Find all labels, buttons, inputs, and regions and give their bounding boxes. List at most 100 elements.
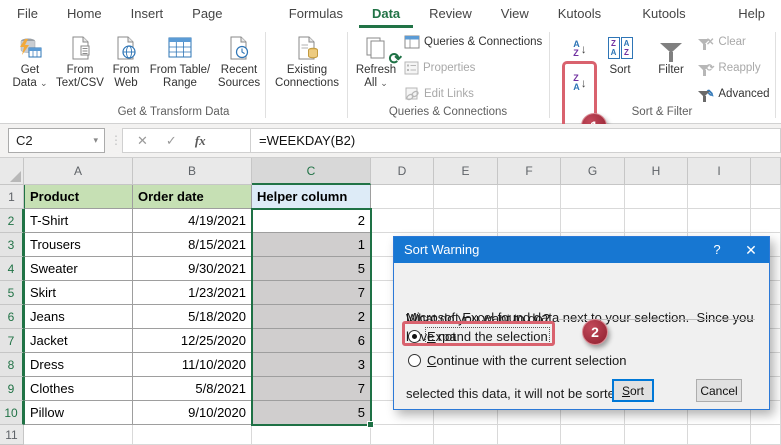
radio-selected-icon[interactable]: [408, 330, 421, 343]
tab-file[interactable]: File: [4, 0, 51, 28]
tab-page-layout[interactable]: Page Layout: [179, 0, 273, 28]
row-header-1[interactable]: 1: [0, 185, 24, 209]
cell-A3[interactable]: Trousers: [24, 233, 133, 257]
formula-bar-handle[interactable]: ⋮: [110, 133, 121, 147]
cell-C8[interactable]: 3: [252, 353, 371, 377]
cell-A1[interactable]: Product: [24, 185, 133, 209]
from-table-range-button[interactable]: From Table/ Range: [146, 32, 214, 90]
sort-ascending-button[interactable]: AZ ↓: [566, 34, 594, 64]
cancel-entry-icon[interactable]: ✕: [137, 133, 148, 149]
cell-I1[interactable]: [688, 185, 751, 209]
cell-C10[interactable]: 5: [252, 401, 371, 425]
tab-formulas[interactable]: Formulas: [276, 0, 356, 28]
cell-C2[interactable]: 2: [252, 209, 371, 233]
tab-kutools-plus[interactable]: Kutools Plus: [629, 0, 722, 28]
tab-kutools[interactable]: Kutools ™: [545, 0, 627, 28]
radio-expand-selection[interactable]: Expand the selection: [408, 327, 548, 345]
row-header-10[interactable]: 10: [0, 401, 24, 425]
cell-B2[interactable]: 4/19/2021: [133, 209, 252, 233]
clear-filter-button[interactable]: ✕ Clear: [698, 32, 746, 52]
queries-connections-button[interactable]: Queries & Connections: [404, 32, 542, 52]
filter-button[interactable]: Filter: [648, 32, 694, 77]
insert-function-icon[interactable]: fx: [195, 133, 206, 149]
cell-A6[interactable]: Jeans: [24, 305, 133, 329]
cell-H1[interactable]: [625, 185, 688, 209]
cell-G1[interactable]: [561, 185, 625, 209]
properties-button[interactable]: Properties: [404, 58, 475, 78]
column-header-F[interactable]: F: [498, 158, 561, 185]
cell-E2[interactable]: [434, 209, 498, 233]
name-box[interactable]: C2 ▾: [8, 128, 105, 153]
column-header-partial[interactable]: [751, 158, 781, 185]
cell-partial-1[interactable]: [751, 185, 781, 209]
dialog-help-button[interactable]: ?: [701, 237, 733, 263]
tab-data[interactable]: Data: [359, 0, 413, 28]
advanced-filter-button[interactable]: ✎ Advanced: [698, 84, 770, 104]
name-box-dropdown-icon[interactable]: ▾: [93, 135, 98, 146]
cell-A9[interactable]: Clothes: [24, 377, 133, 401]
column-header-I[interactable]: I: [688, 158, 751, 185]
edit-links-button[interactable]: Edit Links: [404, 84, 474, 104]
cell-C5[interactable]: 7: [252, 281, 371, 305]
column-header-G[interactable]: G: [561, 158, 625, 185]
cell-C9[interactable]: 7: [252, 377, 371, 401]
sort-button[interactable]: ZA AZ Sort: [598, 32, 642, 77]
cell-partial-2[interactable]: [751, 209, 781, 233]
cell-C11[interactable]: [252, 425, 371, 445]
tab-help[interactable]: Help: [725, 0, 778, 28]
tab-review[interactable]: Review: [416, 0, 485, 28]
formula-input[interactable]: =WEEKDAY(B2): [250, 128, 781, 153]
radio-expand-label[interactable]: Expand the selection: [427, 329, 548, 344]
radio-continue-label[interactable]: Continue with the current selection: [427, 353, 626, 368]
sort-descending-button[interactable]: ZA ↓: [566, 68, 594, 98]
row-header-7[interactable]: 7: [0, 329, 24, 353]
cell-I2[interactable]: [688, 209, 751, 233]
cell-B11[interactable]: [133, 425, 252, 445]
recent-sources-button[interactable]: Recent Sources: [214, 32, 264, 90]
column-header-C[interactable]: C: [252, 158, 371, 185]
row-header-8[interactable]: 8: [0, 353, 24, 377]
cell-B8[interactable]: 11/10/2020: [133, 353, 252, 377]
row-header-9[interactable]: 9: [0, 377, 24, 401]
cell-C1[interactable]: Helper column: [252, 185, 371, 209]
cell-B5[interactable]: 1/23/2021: [133, 281, 252, 305]
tab-insert[interactable]: Insert: [118, 0, 177, 28]
cell-B3[interactable]: 8/15/2021: [133, 233, 252, 257]
cell-C3[interactable]: 1: [252, 233, 371, 257]
column-header-H[interactable]: H: [625, 158, 688, 185]
row-header-2[interactable]: 2: [0, 209, 24, 233]
tab-view[interactable]: View: [488, 0, 542, 28]
cell-A11[interactable]: [24, 425, 133, 445]
cell-B4[interactable]: 9/30/2021: [133, 257, 252, 281]
cell-E1[interactable]: [434, 185, 498, 209]
existing-connections-button[interactable]: Existing Connections: [270, 32, 344, 90]
cell-A2[interactable]: T-Shirt: [24, 209, 133, 233]
radio-unselected-icon[interactable]: [408, 354, 421, 367]
cell-D1[interactable]: [371, 185, 434, 209]
dialog-close-icon[interactable]: ✕: [735, 237, 767, 263]
cell-B6[interactable]: 5/18/2020: [133, 305, 252, 329]
cell-H2[interactable]: [625, 209, 688, 233]
refresh-all-button[interactable]: ⟳ Refresh All ⌄: [352, 32, 400, 90]
row-header-4[interactable]: 4: [0, 257, 24, 281]
radio-continue-selection[interactable]: Continue with the current selection: [408, 351, 626, 369]
row-header-3[interactable]: 3: [0, 233, 24, 257]
select-all-corner[interactable]: [0, 158, 24, 185]
confirm-entry-icon[interactable]: ✓: [166, 133, 177, 149]
cell-G2[interactable]: [561, 209, 625, 233]
cell-F1[interactable]: [498, 185, 561, 209]
cell-A5[interactable]: Skirt: [24, 281, 133, 305]
dialog-cancel-button[interactable]: Cancel: [696, 379, 742, 402]
cell-B1[interactable]: Order date: [133, 185, 252, 209]
cell-C6[interactable]: 2: [252, 305, 371, 329]
cell-A8[interactable]: Dress: [24, 353, 133, 377]
cell-B7[interactable]: 12/25/2020: [133, 329, 252, 353]
cell-A4[interactable]: Sweater: [24, 257, 133, 281]
column-header-B[interactable]: B: [133, 158, 252, 185]
cell-A7[interactable]: Jacket: [24, 329, 133, 353]
from-text-csv-button[interactable]: From Text/CSV: [54, 32, 106, 90]
dialog-sort-button[interactable]: Sort: [612, 379, 654, 402]
cell-D2[interactable]: [371, 209, 434, 233]
cell-C4[interactable]: 5: [252, 257, 371, 281]
reapply-filter-button[interactable]: ⟳ Reapply: [698, 58, 761, 78]
